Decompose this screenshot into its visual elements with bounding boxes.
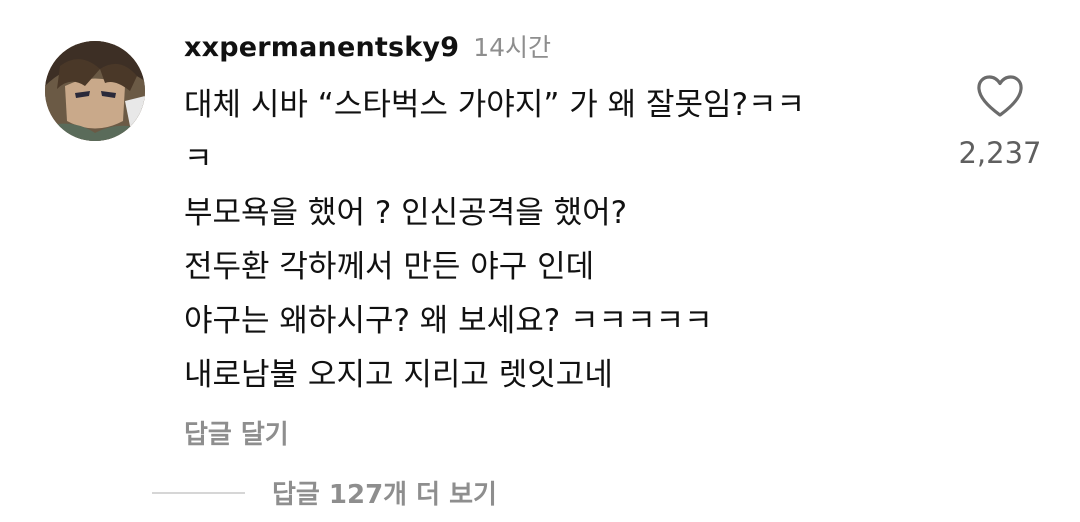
view-more-replies-button[interactable]: 답글 127개 더 보기 [152,474,497,511]
timestamp: 14시간 [473,33,552,62]
comment: xxpermanentsky9 14시간 대체 시바 “스타벅스 가야지” 가 … [184,28,954,451]
view-more-replies-label: 답글 127개 더 보기 [272,480,497,510]
like-section: 2,237 [950,74,1050,170]
comment-line: 대체 시바 “스타벅스 가야지” 가 왜 잘못임?ㅋㅋ [184,87,806,123]
comment-line: 전두환 각하께서 만든 야구 인데 [184,249,595,285]
reply-button[interactable]: 답글 달기 [184,414,954,451]
comment-line: 부모욕을 했어 ? 인신공격을 했어? [184,195,628,231]
comment-line: 야구는 왜하시구? 왜 보세요? ㅋㅋㅋㅋㅋ [184,303,713,339]
comment-line: 내로남불 오지고 지리고 렛잇고네 [184,357,613,393]
username[interactable]: xxpermanentsky9 [184,32,459,63]
comment-header: xxpermanentsky9 14시간 [184,28,954,78]
replies-divider [152,491,245,494]
avatar-image [45,41,145,141]
avatar[interactable] [45,41,145,141]
like-count: 2,237 [958,136,1042,170]
heart-outline-icon[interactable] [976,74,1024,118]
comment-text: 대체 시바 “스타벅스 가야지” 가 왜 잘못임?ㅋㅋ ㅋ 부모욕을 했어 ? … [184,78,954,402]
comment-line: ㅋ [184,141,213,177]
